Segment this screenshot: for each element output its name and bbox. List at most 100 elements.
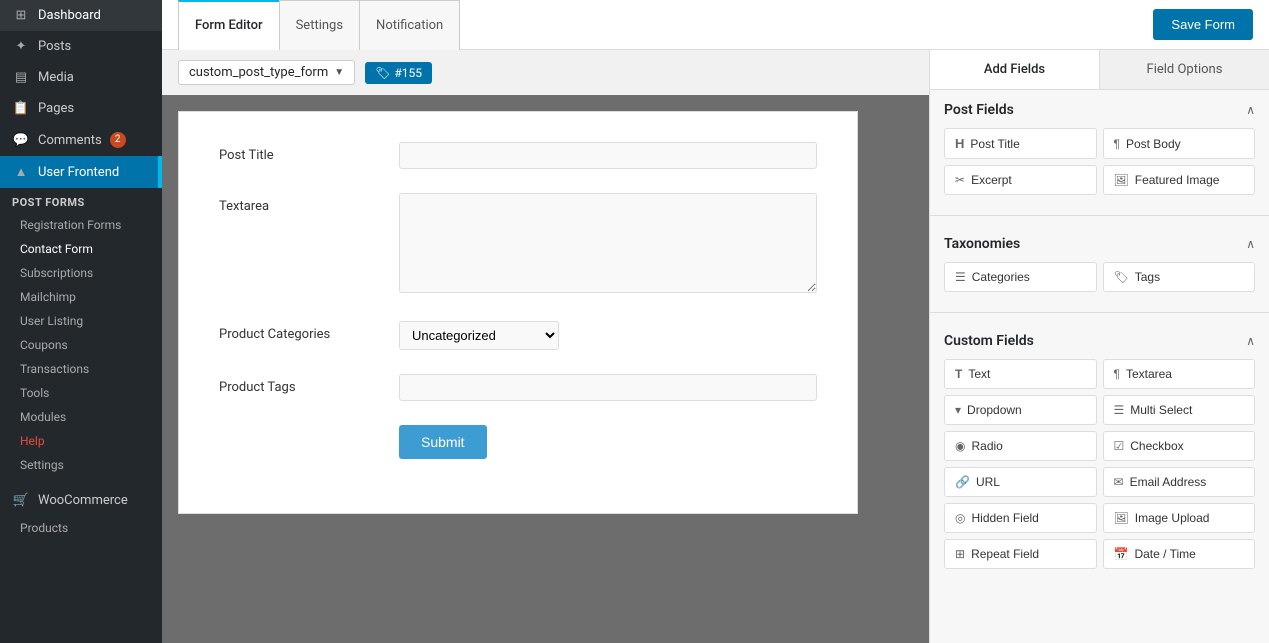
- field-btn-url[interactable]: 🔗 URL: [944, 467, 1097, 497]
- checkbox-icon: ☑: [1114, 439, 1125, 453]
- sidebar-item-user-listing[interactable]: User Listing: [0, 309, 162, 333]
- field-btn-featured-image[interactable]: 🖼 Featured Image: [1103, 165, 1256, 195]
- topbar: Form Editor Settings Notification Save F…: [162, 0, 1269, 50]
- tags-icon: 🏷: [1114, 270, 1129, 284]
- posts-icon: ✦: [12, 39, 30, 54]
- right-panel: Add Fields Field Options Post Fields ∧ H: [929, 50, 1269, 643]
- field-btn-dropdown[interactable]: ▾ Dropdown: [944, 395, 1097, 425]
- field-btn-radio[interactable]: ◉ Radio: [944, 431, 1097, 461]
- field-label-textarea: Textarea: [219, 193, 379, 214]
- sidebar-item-coupons[interactable]: Coupons: [0, 333, 162, 357]
- field-btn-image-upload[interactable]: 🖼 Image Upload: [1103, 503, 1256, 533]
- form-area: custom_post_type_form ▼ 🏷 #155 Post Titl…: [162, 50, 929, 643]
- sidebar-item-dashboard[interactable]: ⊞ Dashboard: [0, 0, 162, 31]
- post-fields-toggle[interactable]: ∧: [1246, 103, 1255, 117]
- textarea-input[interactable]: [399, 193, 817, 293]
- field-btn-post-body[interactable]: ¶ Post Body: [1103, 128, 1256, 159]
- field-btn-post-title[interactable]: H Post Title: [944, 128, 1097, 159]
- sidebar-item-contact-form[interactable]: Contact Form: [0, 237, 162, 261]
- hidden-field-icon: ◎: [955, 511, 965, 525]
- tab-add-fields[interactable]: Add Fields: [930, 50, 1100, 89]
- featured-image-icon: 🖼: [1114, 173, 1129, 187]
- sidebar-item-help[interactable]: Help: [0, 429, 162, 453]
- sidebar-item-subscriptions[interactable]: Subscriptions: [0, 261, 162, 285]
- url-icon: 🔗: [955, 475, 970, 489]
- form-box: Post Title Textarea: [178, 111, 858, 514]
- form-name-selector[interactable]: custom_post_type_form ▼: [178, 60, 355, 85]
- field-row-submit: Submit: [219, 425, 817, 459]
- field-btn-hidden-field[interactable]: ◎ Hidden Field: [944, 503, 1097, 533]
- product-categories-select[interactable]: Uncategorized: [399, 321, 559, 350]
- sidebar-item-modules[interactable]: Modules: [0, 405, 162, 429]
- custom-fields-toggle[interactable]: ∧: [1246, 334, 1255, 348]
- sidebar-item-mailchimp[interactable]: Mailchimp: [0, 285, 162, 309]
- field-btn-email-address[interactable]: ✉ Email Address: [1103, 467, 1256, 497]
- sidebar-item-woocommerce[interactable]: 🛒 WooCommerce: [0, 485, 162, 516]
- transactions-label: Transactions: [20, 362, 89, 376]
- post-fields-section: Post Fields ∧ H Post Title ¶ Post Body: [930, 90, 1269, 207]
- sidebar-item-registration-forms[interactable]: Registration Forms: [0, 213, 162, 237]
- field-btn-multi-select[interactable]: ☰ Multi Select: [1103, 395, 1256, 425]
- user-listing-label: User Listing: [20, 314, 83, 328]
- field-label-post-title: Post Title: [219, 142, 379, 163]
- woocommerce-label: WooCommerce: [38, 493, 128, 508]
- field-btn-excerpt[interactable]: ✂ Excerpt: [944, 165, 1097, 195]
- sidebar-item-settings[interactable]: Settings: [0, 453, 162, 477]
- field-btn-tags[interactable]: 🏷 Tags: [1103, 262, 1256, 292]
- main-content: Form Editor Settings Notification Save F…: [162, 0, 1269, 643]
- post-body-icon: ¶: [1114, 137, 1120, 151]
- sidebar-item-comments[interactable]: 💬 Comments 2: [0, 124, 162, 156]
- sidebar-item-tools[interactable]: Tools: [0, 381, 162, 405]
- sidebar-item-transactions[interactable]: Transactions: [0, 357, 162, 381]
- field-label-product-categories: Product Categories: [219, 321, 379, 342]
- field-control-textarea: [399, 193, 817, 297]
- comments-badge: 2: [110, 132, 126, 148]
- field-btn-checkbox[interactable]: ☑ Checkbox: [1103, 431, 1256, 461]
- media-icon: ▤: [12, 70, 30, 85]
- post-title-input[interactable]: [399, 142, 817, 169]
- field-btn-textarea[interactable]: ¶ Textarea: [1103, 359, 1256, 389]
- field-btn-date-time[interactable]: 📅 Date / Time: [1103, 539, 1256, 569]
- sidebar-item-pages[interactable]: 📋 Pages: [0, 93, 162, 124]
- tab-field-options[interactable]: Field Options: [1100, 50, 1269, 89]
- form-canvas: Post Title Textarea: [162, 95, 929, 643]
- field-control-product-categories: Uncategorized: [399, 321, 817, 350]
- taxonomies-toggle[interactable]: ∧: [1246, 237, 1255, 251]
- custom-fields-grid: T Text ¶ Textarea ▾ Dropdown ☰: [944, 359, 1255, 569]
- registration-forms-label: Registration Forms: [20, 218, 121, 232]
- email-icon: ✉: [1114, 475, 1124, 489]
- sidebar-item-posts[interactable]: ✦ Posts: [0, 31, 162, 62]
- textarea-icon: ¶: [1114, 367, 1120, 381]
- sidebar-item-products[interactable]: Products: [0, 516, 162, 540]
- field-btn-text[interactable]: T Text: [944, 359, 1097, 389]
- contact-form-label: Contact Form: [20, 242, 93, 256]
- taxonomies-grid: ☰ Categories 🏷 Tags: [944, 262, 1255, 292]
- post-fields-header: Post Fields ∧: [944, 102, 1255, 118]
- sidebar: ⊞ Dashboard ✦ Posts ▤ Media 📋 Pages 💬 Co…: [0, 0, 162, 643]
- subscriptions-label: Subscriptions: [20, 266, 93, 280]
- tab-settings[interactable]: Settings: [279, 0, 360, 50]
- product-tags-input[interactable]: [399, 374, 817, 401]
- custom-fields-header: Custom Fields ∧: [944, 333, 1255, 349]
- user-frontend-icon: ▲: [12, 164, 30, 180]
- sidebar-item-label: Comments: [38, 133, 102, 148]
- submit-button[interactable]: Submit: [399, 425, 487, 459]
- settings-label: Settings: [20, 458, 64, 472]
- text-icon: T: [955, 367, 962, 381]
- post-fields-title: Post Fields: [944, 102, 1014, 118]
- chevron-down-icon: ▼: [334, 67, 344, 78]
- multi-select-icon: ☰: [1114, 403, 1125, 417]
- sidebar-item-label: Media: [38, 70, 74, 85]
- field-btn-categories[interactable]: ☰ Categories: [944, 262, 1097, 292]
- tab-form-editor[interactable]: Form Editor: [178, 0, 280, 50]
- sidebar-item-user-frontend[interactable]: ▲ User Frontend: [0, 156, 162, 188]
- image-upload-icon: 🖼: [1114, 511, 1129, 525]
- save-form-button[interactable]: Save Form: [1153, 9, 1253, 40]
- tab-notification[interactable]: Notification: [359, 0, 460, 50]
- coupons-label: Coupons: [20, 338, 68, 352]
- form-id-icon: 🏷: [375, 66, 390, 80]
- sidebar-item-media[interactable]: ▤ Media: [0, 62, 162, 93]
- date-time-icon: 📅: [1114, 547, 1129, 561]
- tools-label: Tools: [20, 386, 49, 400]
- field-btn-repeat-field[interactable]: ⊞ Repeat Field: [944, 539, 1097, 569]
